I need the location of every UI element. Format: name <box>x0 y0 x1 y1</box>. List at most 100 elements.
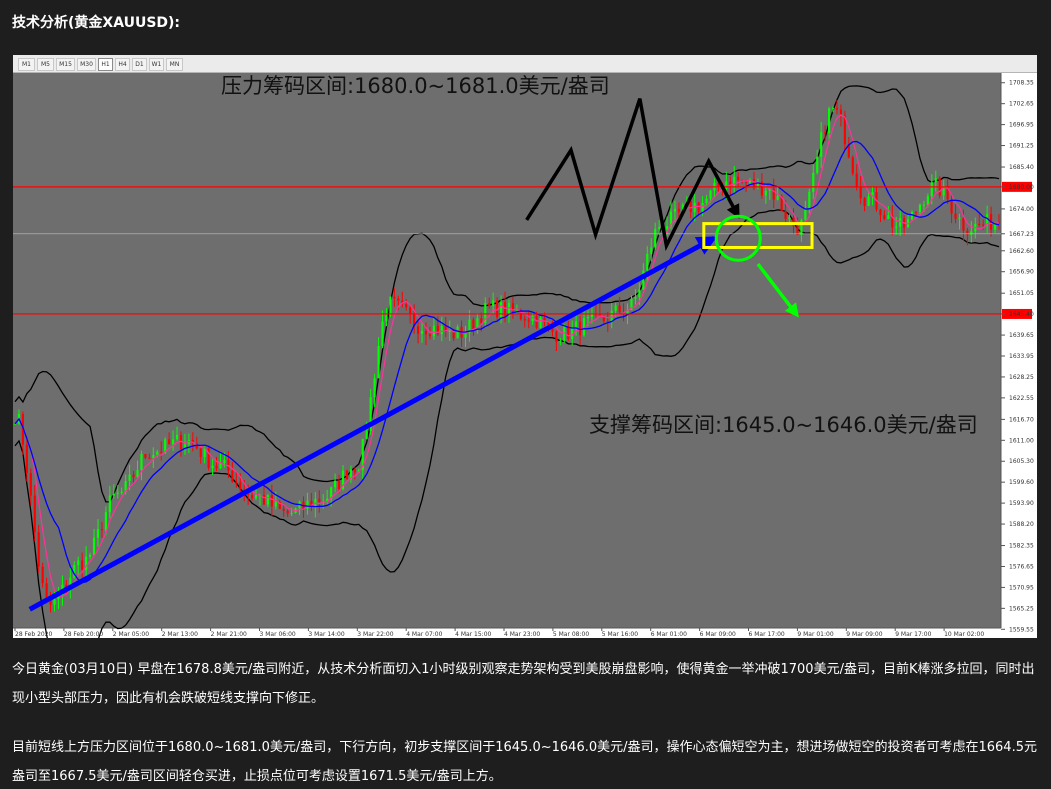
candle-body <box>851 157 854 174</box>
price-tick-label: 1680.00 <box>1009 184 1034 191</box>
candle-body <box>393 296 396 299</box>
candle-body <box>978 223 981 225</box>
candle-body <box>701 202 704 212</box>
price-tick-label: 1708.35 <box>1009 80 1034 87</box>
candle-body <box>586 317 590 319</box>
candle-body <box>492 300 495 307</box>
price-chart[interactable]: 1708.35 1702.65 1696.95 1691.25 1685.40 1680.… <box>13 73 1037 638</box>
candle-body <box>416 326 420 334</box>
candle-body <box>353 469 356 473</box>
candle-body <box>405 304 408 308</box>
candle-body <box>25 444 28 474</box>
candle-body <box>456 326 459 339</box>
time-tick-label: 4 Mar 15:00 <box>455 631 491 638</box>
candle-body <box>737 176 740 181</box>
candle-body <box>211 465 214 469</box>
candle-body <box>235 481 238 483</box>
candle-body <box>96 529 100 538</box>
candle-body <box>389 296 392 316</box>
candle-body <box>175 435 179 440</box>
candle-body <box>286 510 289 514</box>
candle-body <box>108 495 111 513</box>
candle-body <box>922 204 926 206</box>
candle-body <box>37 532 40 567</box>
candle-body <box>804 209 807 220</box>
candle-body <box>385 315 388 322</box>
candle-body <box>104 512 107 531</box>
candle-body <box>559 340 562 342</box>
candle-body <box>776 196 779 200</box>
candle-body <box>420 330 424 334</box>
price-tick-label: 1582.35 <box>1009 543 1034 550</box>
time-tick-label: 2 Mar 13:00 <box>162 631 198 638</box>
price-tick-label: 1605.30 <box>1009 458 1034 465</box>
time-tick-label: 4 Mar 07:00 <box>406 631 442 638</box>
candle-body <box>144 453 147 458</box>
timeframe-button-w1[interactable]: W1 <box>149 58 164 71</box>
price-tick-label: 1599.60 <box>1009 479 1034 486</box>
timeframe-button-m1[interactable]: M1 <box>18 58 35 71</box>
price-tick-label: 1570.95 <box>1009 584 1034 591</box>
time-tick-label: 3 Mar 22:00 <box>357 631 393 638</box>
candle-body <box>575 321 578 328</box>
price-tick-label: 1616.70 <box>1009 416 1034 423</box>
timeframe-button-m30[interactable]: M30 <box>77 58 96 71</box>
candle-body <box>883 215 886 219</box>
analysis-paragraph-1: 今日黄金(03月10日) 早盘在1678.8美元/盎司附近，从技术分析面切入1小… <box>12 662 1035 706</box>
price-tick-label: 1645.40 <box>1009 311 1034 318</box>
candle-body <box>13 423 17 425</box>
time-tick-label: 4 Mar 23:00 <box>504 631 540 638</box>
price-tick-label: 1656.90 <box>1009 269 1034 276</box>
candle-body <box>41 566 44 584</box>
time-tick-label: 5 Mar 16:00 <box>602 631 638 638</box>
time-tick-label: 6 Mar 09:00 <box>700 631 736 638</box>
timeframe-button-m5[interactable]: M5 <box>37 58 54 71</box>
time-tick-label: 28 Feb 20:00 <box>64 631 104 638</box>
candle-body <box>92 537 96 555</box>
price-tick-label: 1685.40 <box>1009 164 1034 171</box>
candle-body <box>646 253 649 271</box>
candle-body <box>140 453 143 471</box>
time-tick-label: 9 Mar 09:00 <box>846 631 882 638</box>
timeframe-button-m15[interactable]: M15 <box>56 58 75 71</box>
candle-body <box>895 226 898 228</box>
candle-body <box>784 211 787 220</box>
chart-panel: M1 M5 M15 M30 H1 H4 D1 W1 MN 1708.35 1702… <box>13 55 1037 638</box>
candle-body <box>223 459 226 464</box>
time-tick-label: 3 Mar 14:00 <box>308 631 344 638</box>
timeframe-button-h4[interactable]: H4 <box>115 58 130 71</box>
candle-body <box>654 228 657 248</box>
candle-body <box>132 474 135 478</box>
candle-body <box>112 493 115 496</box>
candle-body <box>527 320 530 322</box>
price-tick-label: 1565.25 <box>1009 605 1034 612</box>
candle-body <box>824 132 827 134</box>
candle-body <box>808 191 811 210</box>
candle-body <box>697 202 700 212</box>
timeframe-button-mn[interactable]: MN <box>166 58 183 71</box>
candle-body <box>962 217 965 231</box>
candle-body <box>950 199 953 214</box>
candle-body <box>381 321 384 346</box>
candle-body <box>899 218 902 227</box>
candle-body <box>827 108 831 134</box>
time-tick-label: 3 Mar 06:00 <box>260 631 296 638</box>
candle-body <box>199 448 202 457</box>
price-tick-label: 1662.60 <box>1009 248 1034 255</box>
candle-body <box>863 198 866 206</box>
candle-body <box>254 495 258 499</box>
price-tick-label: 1611.00 <box>1009 437 1034 444</box>
candle-body <box>274 502 277 507</box>
candle-body <box>318 498 321 503</box>
candle-body <box>867 196 870 206</box>
candle-body <box>488 303 491 307</box>
candle-body <box>251 494 254 499</box>
candle-body <box>290 513 293 515</box>
candle-body <box>334 480 337 488</box>
timeframe-button-h1[interactable]: H1 <box>98 58 113 71</box>
candle-body <box>409 307 412 314</box>
price-tick-label: 1633.95 <box>1009 353 1034 360</box>
timeframe-button-d1[interactable]: D1 <box>132 58 147 71</box>
candle-body <box>958 217 961 219</box>
support-zone-label: 支撑筹码区间:1645.0~1646.0美元/盎司 <box>589 413 978 437</box>
